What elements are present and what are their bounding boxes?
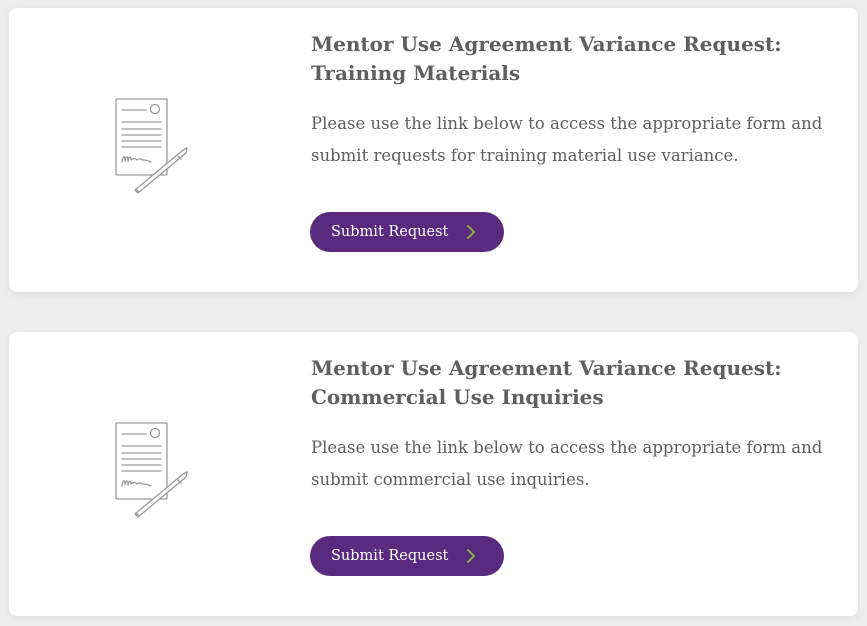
submit-request-label: Submit Request [331,548,449,564]
card-title-line-2: Commercial Use Inquiries [311,385,604,409]
card-description-line-1: Please use the link below to access the … [311,114,823,133]
card-description-line-2: submit commercial use inquiries. [311,470,590,489]
signed-document-icon [113,98,193,194]
card-title-line-1: Mentor Use Agreement Variance Request: [311,32,782,56]
submit-request-button-commercial[interactable]: Submit Request [310,536,504,576]
card-description: Please use the link below to access the … [311,432,841,496]
chevron-right-icon [465,224,477,240]
submit-request-label: Submit Request [331,224,449,240]
chevron-right-icon [465,548,477,564]
card-description-line-1: Please use the link below to access the … [311,438,823,457]
card-description-line-2: submit requests for training material us… [311,146,739,165]
card-title: Mentor Use Agreement Variance Request: T… [311,30,811,88]
variance-request-card-commercial: Mentor Use Agreement Variance Request: C… [9,332,858,616]
variance-request-card-training: Mentor Use Agreement Variance Request: T… [9,8,858,292]
card-description: Please use the link below to access the … [311,108,841,172]
card-title-line-2: Training Materials [311,61,521,85]
card-title: Mentor Use Agreement Variance Request: C… [311,354,811,412]
submit-request-button-training[interactable]: Submit Request [310,212,504,252]
card-title-line-1: Mentor Use Agreement Variance Request: [311,356,782,380]
signed-document-icon [113,422,193,518]
